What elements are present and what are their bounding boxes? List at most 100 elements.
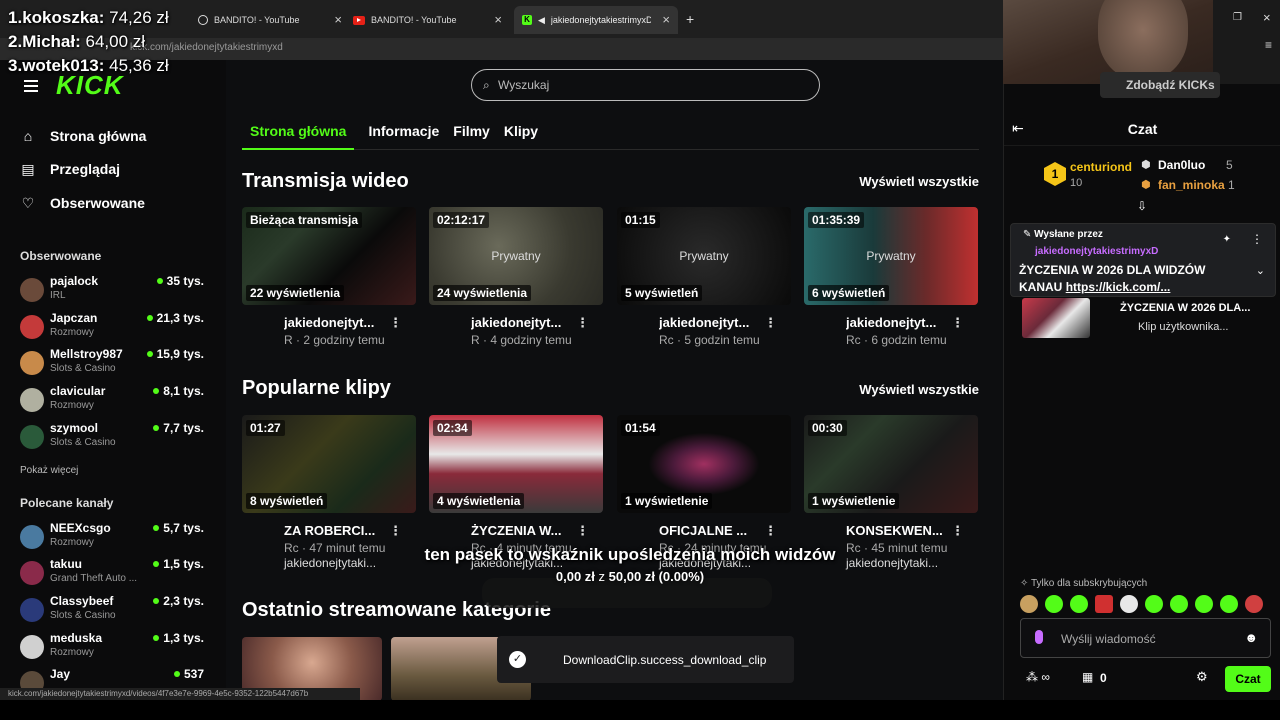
show-more-link[interactable]: Pokaż więcej [20, 465, 78, 476]
recommended-channel[interactable]: NEEXcsgo Rozmowy 5,7 tys. [20, 521, 208, 555]
menu-icon[interactable]: ≡ [1265, 38, 1272, 52]
close-window-icon[interactable]: × [1263, 10, 1271, 25]
browser-tab[interactable]: BANDITO! - YouTube × [190, 6, 350, 34]
more-options-icon[interactable]: ⋮ [389, 315, 402, 331]
clip-title[interactable]: ŻYCZENIA W... [471, 523, 581, 538]
live-dot [153, 425, 160, 431]
clip-thumbnail[interactable]: 00:30 1 wyświetlenie [804, 415, 978, 513]
clip-thumbnail[interactable]: 02:34 4 wyświetlenia [429, 415, 603, 513]
followed-channel[interactable]: szymool Slots & Casino 7,7 tys. [20, 421, 208, 455]
close-tab-icon[interactable]: × [334, 12, 342, 27]
expand-leaderboard-icon[interactable]: ⇩ [1137, 199, 1147, 213]
video-title[interactable]: jakiedonejtyt... [846, 315, 956, 330]
emote-icon[interactable] [1020, 595, 1038, 613]
emote-icon[interactable] [1045, 595, 1063, 613]
video-card[interactable]: 01:15 Prywatny 5 wyświetleń jakiedonejty… [617, 207, 791, 347]
nav-home[interactable]: ⌂ Strona główna [20, 128, 147, 144]
leaderboard-name[interactable]: centuriond [1070, 160, 1132, 174]
video-card[interactable]: 01:35:39 Prywatny 6 wyświetleń jakiedone… [804, 207, 978, 347]
more-options-icon[interactable]: ⋮ [951, 315, 964, 331]
clip-title[interactable]: KONSEKWEN... [846, 523, 956, 538]
followed-channel[interactable]: Mellstroy987 Slots & Casino 15,9 tys. [20, 347, 208, 381]
nav-following[interactable]: ♡ Obserwowane [20, 195, 145, 211]
emote-icon[interactable] [1220, 595, 1238, 613]
emote-icon[interactable] [1195, 595, 1213, 613]
video-thumbnail[interactable]: 01:35:39 Prywatny 6 wyświetleń [804, 207, 978, 305]
clips-heading: Popularne klipy [242, 377, 391, 399]
clip-author[interactable]: jakiedonejtytaki... [284, 556, 376, 570]
recommended-channel[interactable]: meduska Rozmowy 1,3 tys. [20, 631, 208, 665]
clip-card[interactable]: 01:54 1 wyświetlenie OFICJALNE ... Rc · … [617, 415, 791, 570]
tab-about[interactable]: Informacje [368, 122, 439, 150]
chat-message-input[interactable] [1061, 630, 1241, 648]
unpin-icon[interactable]: ✦ [1223, 234, 1231, 245]
emote-icon[interactable] [1070, 595, 1088, 613]
search-bar[interactable]: ⌕ [471, 69, 820, 101]
browser-tab[interactable]: BANDITO! - YouTube × [345, 6, 510, 34]
chat-input-box[interactable]: ☻ [1020, 618, 1271, 658]
video-card[interactable]: 02:12:17 Prywatny 24 wyświetlenia jakied… [429, 207, 603, 347]
followed-channel[interactable]: clavicular Rozmowy 8,1 tys. [20, 384, 208, 418]
clip-card[interactable]: 01:27 8 wyświetleń ZA ROBERCI... Rc · 47… [242, 415, 416, 570]
tab-clips[interactable]: Klipy [504, 122, 538, 150]
clip-card[interactable]: 02:34 4 wyświetlenia ŻYCZENIA W... Rc · … [429, 415, 603, 570]
chat-clip-embed[interactable]: ŻYCZENIA W 2026 DLA... Klip użytkownika.… [1022, 298, 1272, 340]
nav-browse[interactable]: ▤ Przeglądaj [20, 161, 120, 177]
more-options-icon[interactable]: ⋮ [576, 523, 589, 539]
leaderboard-name[interactable]: fan_minoka [1158, 178, 1225, 192]
video-title[interactable]: jakiedonejtyt... [659, 315, 769, 330]
emote-icon[interactable] [1145, 595, 1163, 613]
emote-icon[interactable] [1170, 595, 1188, 613]
video-thumbnail[interactable]: Bieżąca transmisja 22 wyświetlenia [242, 207, 416, 305]
more-options-icon[interactable]: ⋮ [576, 315, 589, 331]
recommended-channel[interactable]: Classybeef Slots & Casino 2,3 tys. [20, 594, 208, 628]
pin-icon: ✎ [1023, 229, 1035, 240]
video-title[interactable]: jakiedonejtyt... [471, 315, 581, 330]
emote-icon[interactable] [1095, 595, 1113, 613]
chevron-down-icon[interactable]: ⌄ [1256, 264, 1265, 277]
clip-thumbnail[interactable]: 01:27 8 wyświetleń [242, 415, 416, 513]
search-input[interactable] [498, 76, 798, 94]
more-options-icon[interactable]: ⋮ [764, 523, 777, 539]
pinned-author[interactable]: jakiedonejtytakiestrimyxD [1035, 246, 1158, 257]
emote-icon[interactable] [1120, 595, 1138, 613]
home-icon: ⌂ [23, 128, 33, 144]
video-thumbnail[interactable]: 01:15 Prywatny 5 wyświetleń [617, 207, 791, 305]
followed-channel[interactable]: pajalock IRL 35 tys. [20, 274, 208, 308]
video-thumbnail[interactable]: 02:12:17 Prywatny 24 wyświetlenia [429, 207, 603, 305]
clip-card[interactable]: 00:30 1 wyświetlenie KONSEKWEN... Rc · 4… [804, 415, 978, 570]
settings-icon[interactable]: ⚙ [1196, 669, 1208, 685]
store-icon[interactable]: ▦ [1082, 670, 1093, 684]
hamburger-icon[interactable] [24, 80, 38, 95]
more-options-icon[interactable]: ⋮ [951, 523, 964, 539]
clip-title[interactable]: ZA ROBERCI... [284, 523, 394, 538]
microphone-icon[interactable] [1035, 630, 1043, 644]
browser-tab-active[interactable]: K ◀ jakiedonejtytakiestrimyxD × [514, 6, 678, 34]
emote-icon[interactable] [1245, 595, 1263, 613]
emoji-icon[interactable]: ☻ [1244, 630, 1258, 645]
tab-home[interactable]: Strona główna [242, 122, 355, 150]
send-chat-button[interactable]: Czat [1225, 666, 1271, 692]
link-status-bar: kick.com/jakiedonejtytakiestrimyxd/video… [0, 688, 360, 700]
video-card[interactable]: Bieżąca transmisja 22 wyświetlenia jakie… [242, 207, 416, 347]
more-options-icon[interactable]: ⋮ [764, 315, 777, 331]
tab-videos[interactable]: Filmy [453, 122, 490, 150]
more-options-icon[interactable]: ⋮ [389, 523, 402, 539]
close-tab-icon[interactable]: × [494, 12, 502, 27]
view-all-videos-link[interactable]: Wyświetl wszystkie [859, 174, 979, 189]
leaderboard-name[interactable]: Dan0luo [1158, 158, 1205, 172]
clip-title[interactable]: OFICJALNE ... [659, 523, 769, 538]
clip-thumbnail[interactable]: 01:54 1 wyświetlenie [617, 415, 791, 513]
more-options-icon[interactable]: ⋮ [1251, 232, 1263, 246]
channel-points-icon[interactable]: ⁂ ∞ [1026, 670, 1050, 684]
recommended-channel[interactable]: takuu Grand Theft Auto ... 1,5 tys. [20, 557, 208, 591]
followed-channel[interactable]: Japczan Rozmowy 21,3 tys. [20, 311, 208, 345]
clip-author[interactable]: jakiedonejtytaki... [846, 556, 938, 570]
view-all-clips-link[interactable]: Wyświetl wszystkie [859, 382, 979, 397]
views-badge: 24 wyświetlenia [433, 285, 532, 301]
video-title[interactable]: jakiedonejtyt... [284, 315, 394, 330]
get-kicks-button[interactable]: Zdobądź KICKs [1100, 72, 1220, 98]
new-tab-icon[interactable]: + [686, 11, 694, 27]
close-tab-icon[interactable]: × [662, 12, 670, 27]
restore-icon[interactable]: ❐ [1233, 12, 1242, 23]
